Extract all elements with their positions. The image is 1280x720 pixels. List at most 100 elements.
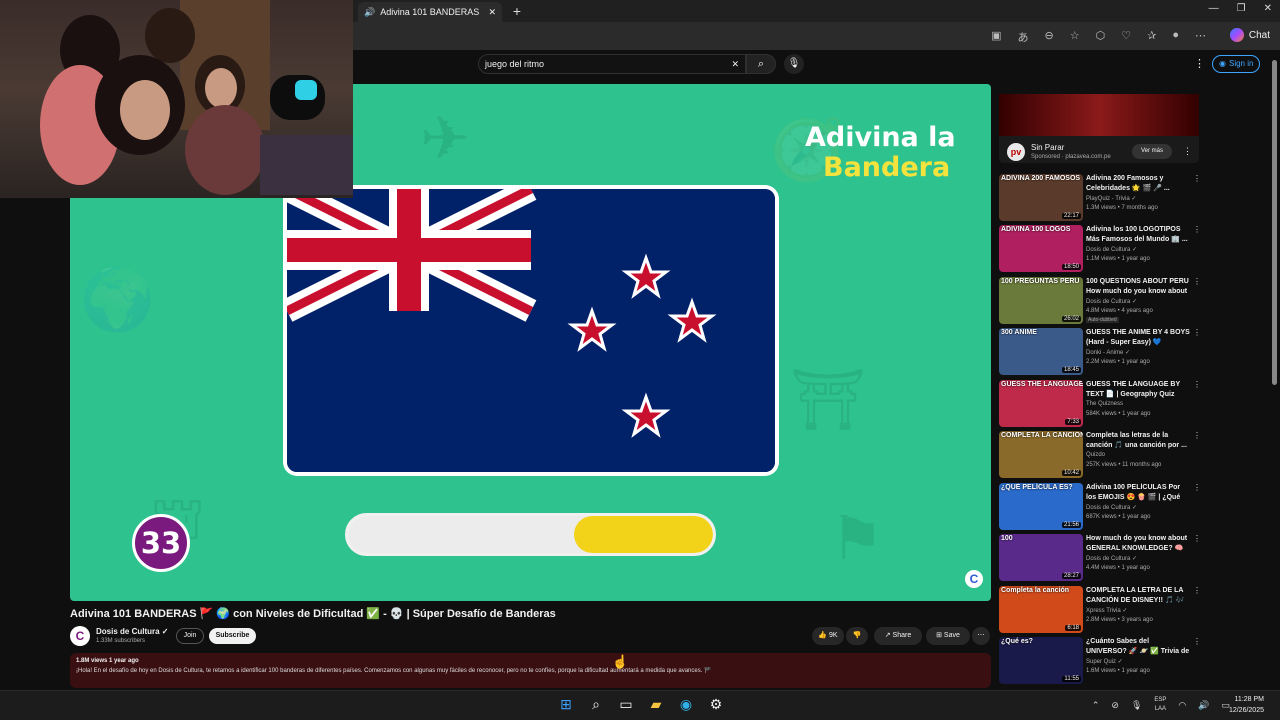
recommendation-item[interactable]: ADIVINA 100 LOGOS 18:50 Adivina los 100 LO… xyxy=(999,225,1201,273)
recommendation-channel[interactable]: Dosis de Cultura ✓ xyxy=(1086,555,1137,562)
recommendation-item[interactable]: ¿Qué es? 11:55 ¿Cuánto Sabes del UNIVERSO?… xyxy=(999,637,1201,685)
recommendation-item[interactable]: Completa la canción 6:18 COMPLETA LA LETRA… xyxy=(999,586,1201,634)
recommendation-channel[interactable]: The Quizness xyxy=(1086,401,1123,407)
wifi-icon[interactable]: ◠ xyxy=(1178,700,1186,711)
dislike-button[interactable]: 👎 xyxy=(846,627,868,645)
network-off-icon[interactable]: ⊘ xyxy=(1111,700,1119,711)
profile-icon[interactable]: ● xyxy=(1172,29,1179,45)
recommendation-item[interactable]: GUESS THE LANGUAGE 7:33 GUESS THE LANGUAGE… xyxy=(999,380,1201,428)
extensions-icon[interactable]: ⬡ xyxy=(1096,29,1106,45)
clear-search-icon[interactable]: ✕ xyxy=(731,59,739,70)
clock[interactable]: 11:28 PM 12/26/2025 xyxy=(1229,694,1264,716)
volume-icon[interactable]: 🔊 xyxy=(1198,700,1209,711)
ad-menu-icon[interactable]: ⋮ xyxy=(1183,146,1192,157)
recommendation-channel[interactable]: Dosis de Cultura ✓ xyxy=(1086,504,1137,511)
like-button[interactable]: 👍 9K xyxy=(812,627,844,645)
recommendation-item[interactable]: 300 ANIME 18:45 GUESS THE ANIME BY 4 BOYS … xyxy=(999,328,1201,376)
share-button[interactable]: ↗ Share xyxy=(874,627,922,645)
channel-watermark-icon[interactable]: C xyxy=(965,570,983,588)
video-thumbnail[interactable]: 100 PREGUNTAS PERU 26:02 xyxy=(999,277,1083,324)
recommendation-title[interactable]: ¿Cuánto Sabes del UNIVERSO? 🚀 🪐 ✅ Trivia… xyxy=(1086,637,1191,657)
chevron-up-icon[interactable]: ⌃ xyxy=(1092,700,1100,711)
start-icon[interactable]: ⊞ xyxy=(556,694,576,714)
recommendation-menu-icon[interactable]: ⋮ xyxy=(1193,637,1201,646)
task-view-icon[interactable]: ▭ xyxy=(616,694,636,714)
recommendation-title[interactable]: Completa las letras de la canción 🎵 una … xyxy=(1086,431,1191,451)
recommendation-menu-icon[interactable]: ⋮ xyxy=(1193,380,1201,389)
recommendation-item[interactable]: ADIVINA 200 FAMOSOS 22:17 Adivina 200 Famo… xyxy=(999,174,1201,222)
search-button[interactable]: ⌕ xyxy=(746,54,776,74)
microphone-icon[interactable]: 🎙 xyxy=(1131,700,1142,711)
recommendation-menu-icon[interactable]: ⋮ xyxy=(1193,225,1201,234)
more-actions-button[interactable]: ⋯ xyxy=(972,627,990,645)
video-thumbnail[interactable]: ADIVINA 100 LOGOS 18:50 xyxy=(999,225,1083,272)
channel-name[interactable]: Dosis de Cultura ✓ xyxy=(96,627,169,636)
new-tab-button[interactable]: + xyxy=(510,3,524,19)
recommendation-menu-icon[interactable]: ⋮ xyxy=(1193,328,1201,337)
save-button[interactable]: ⊞ Save xyxy=(926,627,970,645)
recommendation-menu-icon[interactable]: ⋮ xyxy=(1193,586,1201,595)
browser-tab[interactable]: 🔊 Adivina 101 BANDERAS ✕ xyxy=(358,2,502,22)
video-thumbnail[interactable]: 100 28:27 xyxy=(999,534,1083,581)
tab-close-icon[interactable]: ✕ xyxy=(488,7,496,18)
language-indicator[interactable]: ESP LAA xyxy=(1154,696,1166,714)
recommendation-title[interactable]: How much do you know about GENERAL KNOWL… xyxy=(1086,534,1191,554)
recommendation-menu-icon[interactable]: ⋮ xyxy=(1193,431,1201,440)
speaker-icon[interactable]: 🔊 xyxy=(364,7,375,18)
subscribe-button[interactable]: Subscribe xyxy=(209,628,256,644)
recommendation-item[interactable]: ¿QUÉ PELÍCULA ES? 21:56 Adivina 100 PELÍCU… xyxy=(999,483,1201,531)
channel-avatar[interactable]: C xyxy=(70,626,90,646)
settings-menu-icon[interactable]: ⋮ xyxy=(1194,57,1205,70)
video-thumbnail[interactable]: GUESS THE LANGUAGE 7:33 xyxy=(999,380,1083,427)
recommendation-menu-icon[interactable]: ⋮ xyxy=(1193,534,1201,543)
restore-icon[interactable]: ❐ xyxy=(1237,3,1246,14)
file-explorer-icon[interactable]: ▰ xyxy=(646,694,666,714)
recommendation-channel[interactable]: Dosis de Cultura ✓ xyxy=(1086,298,1137,305)
recommendation-title[interactable]: GUESS THE LANGUAGE BY TEXT 📄 | Geography… xyxy=(1086,380,1191,400)
recommendation-channel[interactable]: PlayQuiz - Trivia ✓ xyxy=(1086,195,1136,202)
voice-search-button[interactable]: 🎙 xyxy=(784,54,804,74)
video-thumbnail[interactable]: 300 ANIME 18:45 xyxy=(999,328,1083,375)
description-box[interactable]: 1.8M views 1 year ago ¡Hola! En el desaf… xyxy=(70,653,991,688)
recommendation-channel[interactable]: Xpress Trivia ✓ xyxy=(1086,607,1127,614)
recommendation-menu-icon[interactable]: ⋮ xyxy=(1193,483,1201,492)
translate-icon[interactable]: あ xyxy=(1018,29,1029,45)
video-thumbnail[interactable]: ¿Qué es? 11:55 xyxy=(999,637,1083,684)
app-icon[interactable]: ▣ xyxy=(991,29,1001,45)
search-taskbar-icon[interactable]: ⌕ xyxy=(586,694,606,714)
recommendation-item[interactable]: 100 28:27 How much do you know about GENER… xyxy=(999,534,1201,582)
heart-icon[interactable]: ♡ xyxy=(1121,29,1131,45)
page-scrollbar[interactable] xyxy=(1272,60,1277,385)
edge-icon[interactable]: ◉ xyxy=(676,694,696,714)
close-window-icon[interactable]: ✕ xyxy=(1264,3,1272,14)
recommendation-title[interactable]: Adivina 200 Famosos y Celebridades 🌟 🎬 🎤… xyxy=(1086,174,1191,194)
sign-in-button[interactable]: ◉ Sign in xyxy=(1212,55,1261,73)
search-input[interactable]: juego del ritmo ✕ xyxy=(478,54,746,74)
recommendation-menu-icon[interactable]: ⋮ xyxy=(1193,277,1201,286)
video-thumbnail[interactable]: ADIVINA 200 FAMOSOS 22:17 xyxy=(999,174,1083,221)
ad-cta-button[interactable]: Ver más xyxy=(1132,144,1172,159)
recommendation-title[interactable]: 100 QUESTIONS ABOUT PERU How much do you… xyxy=(1086,277,1191,297)
zoom-icon[interactable]: ⊖ xyxy=(1045,29,1054,45)
recommendation-item[interactable]: 100 PREGUNTAS PERU 26:02 100 QUESTIONS ABO… xyxy=(999,277,1201,325)
menu-dots-icon[interactable]: ⋯ xyxy=(1195,29,1206,45)
settings-app-icon[interactable]: ⚙ xyxy=(706,694,726,714)
recommendation-menu-icon[interactable]: ⋮ xyxy=(1193,174,1201,183)
join-button[interactable]: Join xyxy=(176,628,204,644)
recommendation-title[interactable]: Adivina los 100 LOGOTIPOS Más Famosos de… xyxy=(1086,225,1191,245)
recommendation-channel[interactable]: Donki - Anime ✓ xyxy=(1086,349,1130,356)
video-thumbnail[interactable]: Completa la canción 6:18 xyxy=(999,586,1083,633)
video-thumbnail[interactable]: ¿QUÉ PELÍCULA ES? 21:56 xyxy=(999,483,1083,530)
recommendation-item[interactable]: COMPLETA LA CANCIÓN 10:42 Completa las let… xyxy=(999,431,1201,479)
minimize-icon[interactable]: — xyxy=(1209,3,1219,14)
recommendation-title[interactable]: GUESS THE ANIME BY 4 BOYS (Hard - Super … xyxy=(1086,328,1191,348)
favorite-star-icon[interactable]: ☆ xyxy=(1070,29,1080,45)
recommendation-channel[interactable]: Quizdo xyxy=(1086,452,1105,458)
ad-banner[interactable] xyxy=(999,94,1199,136)
recommendation-channel[interactable]: Dosis de Cultura ✓ xyxy=(1086,246,1137,253)
favorites-icon[interactable]: ✰ xyxy=(1147,29,1156,45)
video-thumbnail[interactable]: COMPLETA LA CANCIÓN 10:42 xyxy=(999,431,1083,478)
recommendation-title[interactable]: COMPLETA LA LETRA DE LA CANCIÓN DE DISNE… xyxy=(1086,586,1191,606)
copilot-chat-button[interactable]: Chat xyxy=(1229,28,1270,42)
recommendation-channel[interactable]: Super Quiz ✓ xyxy=(1086,658,1123,665)
